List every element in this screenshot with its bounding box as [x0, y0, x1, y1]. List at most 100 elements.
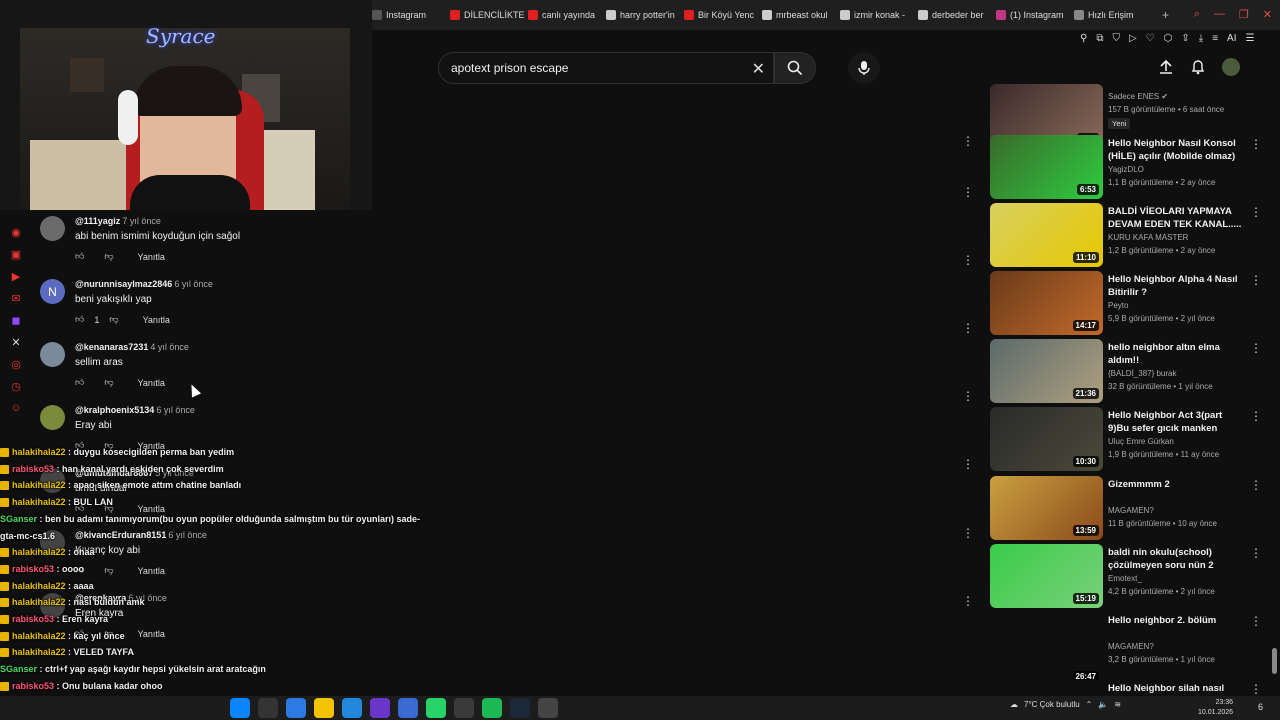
- video-title[interactable]: Hello Neighbor Nasıl Konsol (HİLE) açılı…: [1108, 137, 1244, 163]
- video-thumbnail[interactable]: 15:19: [990, 544, 1103, 608]
- video-channel[interactable]: {BALDİ_387} burak: [1108, 369, 1177, 378]
- browser-tab[interactable]: Bir Köyü Yenc: [684, 0, 762, 30]
- taskbar-app-icon[interactable]: [370, 698, 390, 718]
- video-title[interactable]: hello neighbor altın elma aldım!!: [1108, 341, 1244, 367]
- video-menu-icon[interactable]: ⋮: [1250, 614, 1262, 628]
- comment-time[interactable]: 6 yıl önce: [156, 405, 195, 415]
- taskbar-app-icon[interactable]: [230, 698, 250, 718]
- shield-icon[interactable]: ⛉: [1112, 33, 1120, 44]
- video-options-icon[interactable]: ⋮: [962, 185, 974, 199]
- video-channel[interactable]: Sadece ENES ✔: [1108, 92, 1168, 101]
- video-card[interactable]: 15:19 baldi nin okulu(school) çözülmeyen …: [990, 544, 1270, 608]
- video-menu-icon[interactable]: ⋮: [1250, 137, 1262, 151]
- clock-icon[interactable]: ◷: [8, 378, 24, 394]
- video-card[interactable]: 21:36 hello neighbor altın elma aldım!! {B…: [990, 339, 1270, 403]
- video-options-icon[interactable]: ⋮: [962, 134, 974, 148]
- video-title[interactable]: Hello Neighbor Alpha 4 Nasıl Bitirilir ?: [1108, 273, 1244, 299]
- video-card[interactable]: 26:47 Hello neighbor 2. bölüm MAGAMEN? 3,2 …: [990, 612, 1270, 682]
- comment-username[interactable]: @111yagiz: [75, 216, 120, 226]
- like-icon[interactable]: 👍︎: [75, 251, 84, 262]
- browser-tab[interactable]: (1) Instagram: [996, 0, 1074, 30]
- video-options-icon[interactable]: ⋮: [962, 457, 974, 471]
- video-title[interactable]: Hello Neighbor Act 3(part 9)Bu sefer gıc…: [1108, 409, 1244, 435]
- video-menu-icon[interactable]: ⋮: [1250, 341, 1262, 355]
- video-card[interactable]: 14:17 Hello Neighbor Alpha 4 Nasıl Bitiri…: [990, 271, 1270, 335]
- dislike-icon[interactable]: 👎︎: [104, 377, 113, 388]
- new-tab-icon[interactable]: +: [1162, 8, 1169, 22]
- video-thumbnail[interactable]: 10:30: [990, 407, 1103, 471]
- wifi-icon[interactable]: ≋: [1114, 700, 1121, 709]
- browser-tab[interactable]: canlı yayında: [528, 0, 606, 30]
- lock-icon[interactable]: ▣: [8, 246, 24, 262]
- search-input[interactable]: apotext prison escape ✕: [438, 52, 774, 84]
- video-card[interactable]: 13:59 Gizemmmm 2 MAGAMEN? 11 B görüntüleme …: [990, 476, 1270, 540]
- dislike-icon[interactable]: 👎︎: [104, 251, 113, 262]
- download-icon[interactable]: ⤓: [1199, 33, 1203, 44]
- comment-username[interactable]: @kenanaras7231: [75, 342, 148, 352]
- comment-time[interactable]: 4 yıl önce: [150, 342, 189, 352]
- video-title[interactable]: BALDİ VİEOLARI YAPMAYA DEVAM EDEN TEK KA…: [1108, 205, 1244, 231]
- video-thumbnail[interactable]: 13:59: [990, 476, 1103, 540]
- video-title[interactable]: baldi nin okulu(school) çözülmeyen soru …: [1108, 546, 1244, 572]
- share-icon[interactable]: ⇪: [1181, 33, 1189, 44]
- maximize-icon[interactable]: ❐: [1239, 8, 1249, 21]
- video-channel[interactable]: KURU KAFA MASTER: [1108, 233, 1188, 242]
- taskbar-app-icon[interactable]: [286, 698, 306, 718]
- browser-tab[interactable]: mrbeast okul: [762, 0, 840, 30]
- search-button[interactable]: [774, 52, 816, 84]
- minimize-icon[interactable]: —: [1214, 8, 1225, 21]
- like-icon[interactable]: 👍︎: [75, 377, 84, 388]
- hamburger-icon[interactable]: ☰: [1245, 33, 1254, 44]
- video-channel[interactable]: YagizDLO: [1108, 165, 1144, 174]
- video-thumbnail[interactable]: 21:36: [990, 339, 1103, 403]
- account-avatar[interactable]: [1222, 58, 1240, 76]
- video-thumbnail[interactable]: 6:53: [990, 135, 1103, 199]
- video-menu-icon[interactable]: ⋮: [1250, 409, 1262, 423]
- browser-tab[interactable]: Instagram: [372, 0, 450, 30]
- screenshot-icon[interactable]: ⧉: [1096, 33, 1103, 44]
- volume-icon[interactable]: 🔈: [1098, 700, 1108, 709]
- video-channel[interactable]: MAGAMEN?: [1108, 642, 1154, 651]
- video-card[interactable]: 6:53 Hello Neighbor Nasıl Konsol (HİLE) a…: [990, 135, 1270, 199]
- video-title[interactable]: Gizemmmm 2: [1108, 478, 1244, 491]
- video-title[interactable]: Hello neighbor 2. bölüm: [1108, 614, 1244, 627]
- mail-icon[interactable]: ✉: [8, 290, 24, 306]
- commenter-avatar[interactable]: [40, 342, 65, 367]
- browser-tab[interactable]: derbeder ber: [918, 0, 996, 30]
- scrollbar-thumb[interactable]: [1272, 648, 1277, 674]
- video-menu-icon[interactable]: ⋮: [1250, 546, 1262, 560]
- video-channel[interactable]: MAGAMEN?: [1108, 506, 1154, 515]
- dislike-icon[interactable]: 👎︎: [109, 314, 118, 325]
- heart-icon[interactable]: ♡: [1146, 33, 1155, 44]
- taskbar-app-icon[interactable]: [398, 698, 418, 718]
- taskbar-app-icon[interactable]: [482, 698, 502, 718]
- pin-icon[interactable]: ⚲: [1080, 33, 1087, 44]
- tray-chevron-icon[interactable]: ⌃: [1086, 700, 1093, 709]
- video-menu-icon[interactable]: ⋮: [1250, 273, 1262, 287]
- twitch-icon[interactable]: ◼: [8, 312, 24, 328]
- taskbar-app-icon[interactable]: [454, 698, 474, 718]
- video-thumbnail[interactable]: 11:10: [990, 203, 1103, 267]
- close-window-icon[interactable]: ✕: [1263, 8, 1272, 21]
- video-card[interactable]: 10:30 Hello Neighbor Act 3(part 9)Bu sefe…: [990, 407, 1270, 471]
- video-menu-icon[interactable]: ⋮: [1250, 478, 1262, 492]
- play-icon[interactable]: ▷: [1129, 33, 1137, 44]
- upload-icon[interactable]: [1158, 59, 1174, 75]
- clear-search-icon[interactable]: ✕: [752, 59, 765, 79]
- comment-time[interactable]: 6 yıl önce: [174, 279, 213, 289]
- video-options-icon[interactable]: ⋮: [962, 526, 974, 540]
- voice-search-button[interactable]: [848, 52, 880, 84]
- browser-tab[interactable]: harry potter'in: [606, 0, 684, 30]
- comment-time[interactable]: 7 yıl önce: [122, 216, 161, 226]
- reply-button[interactable]: Yanıtla: [138, 378, 165, 388]
- video-menu-icon[interactable]: ⋮: [1250, 205, 1262, 219]
- record-icon[interactable]: ◎: [8, 356, 24, 372]
- taskbar-clock[interactable]: 23:36 10.01.2026: [1198, 698, 1233, 718]
- reply-button[interactable]: Yanıtla: [143, 315, 170, 325]
- weather-icon[interactable]: ☁: [1010, 700, 1018, 709]
- video-thumbnail[interactable]: 26:47: [990, 612, 1103, 682]
- notification-count[interactable]: 6: [1258, 702, 1263, 712]
- comment-username[interactable]: @nurunnisaylmaz2846: [75, 279, 172, 289]
- x-icon[interactable]: ✕: [8, 334, 24, 350]
- video-channel[interactable]: Peyto: [1108, 301, 1128, 310]
